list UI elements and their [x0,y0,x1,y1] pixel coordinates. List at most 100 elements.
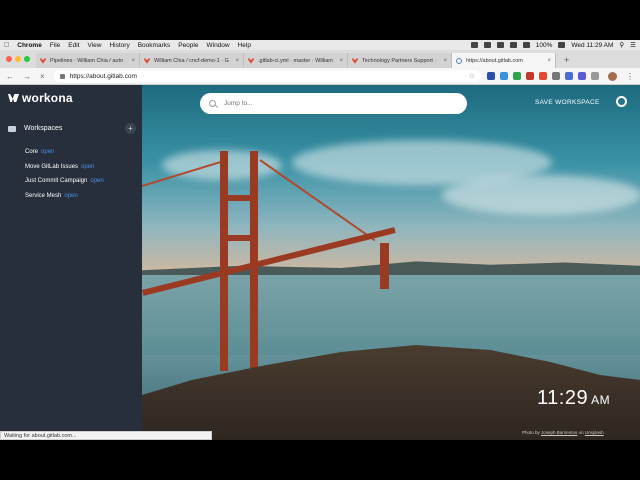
workspace-label: Just Commit Campaign [25,178,88,185]
extension-circle-icon[interactable] [500,72,508,80]
tab-label: Technology Partners Support · [362,57,437,64]
minimize-window-icon[interactable] [15,56,21,62]
tab-about-gitlab[interactable]: https://about.gitlab.com × [452,53,556,68]
clock-ampm: AM [591,393,611,407]
workspace-list: Core open Move GitLab Issues open Just C… [25,145,104,203]
credit-author-link[interactable]: Joseph Barrientos [541,430,577,435]
macos-menu-bar:  Chrome File Edit View History Bookmark… [0,40,640,50]
spotlight-icon[interactable]: ⚲ [619,41,624,49]
tab-label: https://about.gitlab.com [466,57,523,64]
gitlab-favicon-icon [352,57,358,64]
add-workspace-button[interactable]: + [125,123,136,134]
tab-cncf-demo[interactable]: William Chia / cncf-demo-1 · G × [140,53,244,68]
briefcase-icon [8,125,16,132]
extension-shield-icon[interactable] [526,72,534,80]
tab-label: William Chia / cncf-demo-1 · G [154,57,229,64]
tab-close-icon[interactable]: × [443,58,447,64]
tab-close-icon[interactable]: × [235,58,239,64]
letterbox-top [0,0,640,40]
workspace-item-core[interactable]: Core open [25,145,104,160]
credit-on: on [578,430,584,435]
menu-history[interactable]: History [109,42,129,49]
menubar-clock[interactable]: Wed 11:29 AM [571,42,613,49]
workona-logo: workona [8,91,73,105]
extension-v-icon[interactable] [487,72,495,80]
gear-icon[interactable] [616,96,627,107]
tab-close-icon[interactable]: × [547,58,551,64]
workona-logo-icon [8,94,19,102]
workspace-item-service-mesh[interactable]: Service Mesh open [25,189,104,204]
extension-workona-icon[interactable] [565,72,573,80]
apple-icon[interactable]:  [4,42,9,49]
browser-toolbar: ← → × https://about.gitlab.com ☆ ⋮ [0,68,640,85]
credit-site-link[interactable]: Unsplash [585,430,604,435]
bookmark-star-icon[interactable]: ☆ [469,72,475,80]
profile-avatar[interactable] [608,71,617,81]
battery-percent[interactable]: 100% [536,42,553,49]
menu-view[interactable]: View [88,42,102,49]
gitlab-favicon-icon [248,57,254,64]
gitlab-favicon-icon [144,57,150,64]
bridge-tower [220,151,228,371]
menu-bookmarks[interactable]: Bookmarks [138,42,171,49]
clock-display: 11:29 AM [537,387,610,410]
address-url[interactable]: https://about.gitlab.com [70,73,137,80]
loading-status-bar: Waiting for about.gitlab.com... [0,431,212,440]
wifi-icon[interactable] [509,42,517,48]
camera-icon[interactable] [470,42,478,48]
control-center-icon[interactable]: ☰ [630,41,636,49]
workspace-label: Service Mesh [25,192,62,199]
new-tab-button[interactable]: + [564,55,569,65]
tab-gitlab-ci[interactable]: .gitlab-ci.yml · master · William × [244,53,348,68]
battery-icon[interactable] [558,42,566,48]
bay-water [142,275,640,355]
extension-gitlab-icon[interactable] [539,72,547,80]
photo-credit: Photo by Joseph Barrientos on Unsplash [522,430,604,435]
menu-window[interactable]: Window [206,42,229,49]
more-menu-icon[interactable]: ⋮ [626,72,634,81]
back-arrow-icon[interactable]: ← [6,72,14,81]
extension-gray-icon[interactable] [591,72,599,80]
menu-edit[interactable]: Edit [68,42,79,49]
zoom-window-icon[interactable] [24,56,30,62]
menu-people[interactable]: People [178,42,198,49]
forward-arrow-icon[interactable]: → [23,72,31,81]
menu-app-name[interactable]: Chrome [17,42,42,49]
window-controls [6,56,30,62]
new-tab-page: SAVE WORKSPACE 11:29AM Photo by Joseph B… [142,85,640,440]
jump-to-search[interactable] [200,93,467,114]
workspace-item-move-gitlab-issues[interactable]: Move GitLab Issues open [25,160,104,175]
address-bar[interactable]: https://about.gitlab.com ☆ [53,70,481,82]
workspace-label: Move GitLab Issues [25,163,79,170]
tab-technology-partners[interactable]: Technology Partners Support · × [348,53,452,68]
tab-label: Pipelines · William Chia / auto [50,57,124,64]
tab-pipelines[interactable]: Pipelines · William Chia / auto × [36,53,140,68]
tab-strip: Pipelines · William Chia / auto × Willia… [0,50,640,68]
volume-icon[interactable] [522,42,530,48]
extension-camera-icon[interactable] [552,72,560,80]
stop-loading-icon[interactable]: × [40,72,45,81]
tab-close-icon[interactable]: × [131,58,135,64]
menu-file[interactable]: File [50,42,60,49]
workona-sidebar: workona Workspaces + Core open Move GitL… [0,85,142,440]
workspace-item-just-commit-campaign[interactable]: Just Commit Campaign open [25,174,104,189]
close-window-icon[interactable] [6,56,12,62]
save-workspace-button[interactable]: SAVE WORKSPACE [535,99,600,106]
search-input[interactable] [224,100,444,107]
extension-status-icon[interactable] [483,42,491,48]
workona-brand-text: workona [22,91,73,105]
cloud [442,175,640,215]
lock-icon[interactable] [59,73,65,79]
menu-help[interactable]: Help [238,42,251,49]
gitlab-favicon-icon [40,57,46,64]
extension-puzzle-icon[interactable] [578,72,586,80]
workspace-label: Core [25,149,39,156]
workspace-status: open [90,178,104,185]
bridge-far-tower [380,243,389,289]
bluetooth-icon[interactable] [496,42,504,48]
tab-close-icon[interactable]: × [339,58,343,64]
workspaces-title: Workspaces [24,125,63,132]
extension-green-icon[interactable] [513,72,521,80]
workspace-status: open [41,149,55,156]
workspaces-header[interactable]: Workspaces + [8,123,136,134]
